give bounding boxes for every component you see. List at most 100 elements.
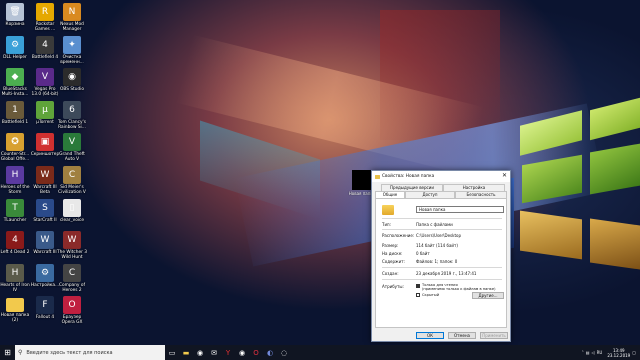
file-icon: ▯ [63,198,81,217]
desktop-icon[interactable]: T TLauncher [0,198,30,223]
cleanup-icon: ✦ [63,35,81,54]
desktop-icon[interactable]: W The Witcher 3 Wild Hunt [57,231,87,260]
desktop-icon-label: Nexus Mod Manager [60,22,84,32]
network-icon[interactable]: ▤ [586,350,590,355]
dll-helper-icon: ⚙ [6,35,24,54]
volume-icon[interactable]: ◁ [592,350,595,355]
wallpaper-shape [520,210,582,260]
folder-name-input[interactable]: Новая папка [416,206,504,213]
cancel-button[interactable]: Отмена [448,332,476,339]
desktop-icon[interactable]: ◆ BlueStacks Multi-Insta... [0,68,30,97]
media-icon[interactable]: ◌ [277,345,291,360]
desktop-icon[interactable]: ▣ Скриншотер [30,133,60,157]
search-placeholder: Введите здесь текст для поиска [26,349,113,356]
desktop-icon-label: StarCraft II [33,217,57,223]
windows-start-icon[interactable]: ⊞ [0,345,15,360]
wallpaper-shape [590,143,640,195]
witcher3-icon: W [63,231,81,250]
task-view-icon[interactable]: ▭ [165,345,179,360]
property-size: Размер: 114 байт (114 байт) [382,243,458,248]
desktop-icon[interactable]: O Браузер Opera GX [57,296,87,325]
tab-general[interactable]: Общие [375,191,405,198]
gta5-icon: V [63,133,81,152]
file-explorer-icon[interactable]: ▬ [179,345,193,360]
obs-icon: ◉ [63,68,81,87]
desktop-icon-label: clear_voice [59,217,85,223]
tab-strip: Предыдущие версии Настройка Общие Доступ… [375,184,507,198]
desktop-icon[interactable]: 4 Battlefield 4 [30,35,60,60]
property-location: Расположение: C:\Users\User\Desktop [382,233,461,238]
desktop-icon[interactable]: Новая папка (2) [0,296,30,323]
desktop-icon[interactable]: S StarCraft II [30,198,60,223]
desktop-icon[interactable]: N Nexus Mod Manager [57,3,87,32]
desktop-icon[interactable]: V Vegas Pro 13.0 (64-bit) [30,68,60,97]
discord-icon[interactable]: ◐ [263,345,277,360]
opera-icon[interactable]: O [249,345,263,360]
desktop-icon[interactable]: 4 Left 4 Dead 2 [0,231,30,255]
desktop-icon[interactable]: V Grand Theft Auto V [57,133,87,162]
desktop-icon-label: Очистка временн... [60,54,84,65]
desktop-icon[interactable]: ◉ OBS Studio [57,68,87,92]
desktop-icon-label: TLauncher [3,217,27,223]
notifications-icon[interactable]: ▢ [632,350,636,355]
desktop-icon[interactable]: C Sid Meier's Civilization V [57,166,87,195]
desktop-icon-label: Counter-Str... Global Offe... [0,152,30,163]
desktop-icon[interactable]: ▯ clear_voice [57,198,87,223]
desktop-icon-label: Grand Theft Auto V [59,152,85,163]
property-key: На диске: [382,251,403,256]
search-icon: ⚲ [18,349,23,356]
apply-button[interactable]: Применить [480,332,508,339]
desktop-icon[interactable]: ⚙ DLL Helper [0,35,30,60]
steam-icon-2[interactable]: ◉ [235,345,249,360]
bluestacks-icon: ◆ [6,68,24,87]
desktop-icon[interactable]: W Warcraft III [30,231,60,255]
desktop-icon[interactable]: W Warcraft III Beta [30,166,60,195]
desktop-icon[interactable]: 🗑 Корзина [0,3,30,27]
property-key: Тип: [382,222,392,227]
desktop-icon-label: Left 4 Dead 2 [0,250,30,256]
desktop-icon[interactable]: H Hearts of Iron IV [0,263,30,293]
divider [382,279,502,280]
desktop-icon[interactable]: ✦ Очистка временн... [57,35,87,65]
hots-icon: H [6,166,24,184]
property-value: 114 байт (114 байт) [416,243,458,248]
desktop-icon-label: Скриншотер [30,152,60,158]
desktop-icon[interactable]: F Fallout 4 [30,296,60,320]
close-icon[interactable]: ✕ [502,173,507,179]
desktop-icon[interactable]: 6 Tom Clancy's Rainbow Si... [57,100,87,130]
taskbar-search-box[interactable]: ⚲ Введите здесь текст для поиска [15,345,165,360]
chevron-up-icon[interactable]: ˄ [582,350,584,355]
desktop-icon[interactable]: ⚙ Настройка... [30,263,60,288]
desktop-icon[interactable]: H Heroes of the Storm [0,166,30,195]
tab-security[interactable]: Безопасность [455,191,507,198]
folder-icon [375,174,380,179]
tab-previous-versions[interactable]: Предыдущие версии [381,184,443,191]
civ5-icon: C [63,166,81,184]
desktop-icon[interactable]: µ µTorrent [30,100,60,125]
other-attributes-button[interactable]: Другие... [472,292,504,299]
hidden-checkbox[interactable] [416,293,420,297]
selected-folder-thumbnail[interactable] [352,170,372,190]
ok-button[interactable]: ОК [416,332,444,339]
yandex-browser-icon[interactable]: Y [221,345,235,360]
readonly-checkbox[interactable] [416,284,420,288]
tab-customize[interactable]: Настройка [443,184,505,191]
steam-icon[interactable]: ◉ [193,345,207,360]
property-value: Файлов: 1; папок: 0 [416,259,458,264]
system-tray: ˄ ▤ ◁ RU 13:49 23.12.2019 ▢ [582,345,636,360]
rainbow-six-icon: 6 [63,100,81,119]
clock[interactable]: 13:49 23.12.2019 [607,348,630,358]
desktop-icon[interactable]: C Company of Heroes 2 [57,263,87,293]
desktop-icon[interactable]: R Rockstar Games ... [30,3,60,32]
dialog-titlebar[interactable]: Свойства: Новая папка ✕ [372,171,510,182]
tab-sharing[interactable]: Доступ [405,191,455,198]
mail-icon[interactable]: ✉ [207,345,221,360]
desktop-icon[interactable]: 1 Battlefield 1 [0,100,30,125]
warcraft3-beta-icon: W [36,166,54,184]
nexus-icon: N [63,3,81,21]
desktop-icon[interactable]: ✪ Counter-Str... Global Offe... [0,133,30,162]
property-key: Расположение: [382,233,415,238]
desktop-icon-label: Fallout 4 [35,315,55,321]
language-indicator[interactable]: RU [597,350,603,355]
folder-icon [382,205,394,215]
